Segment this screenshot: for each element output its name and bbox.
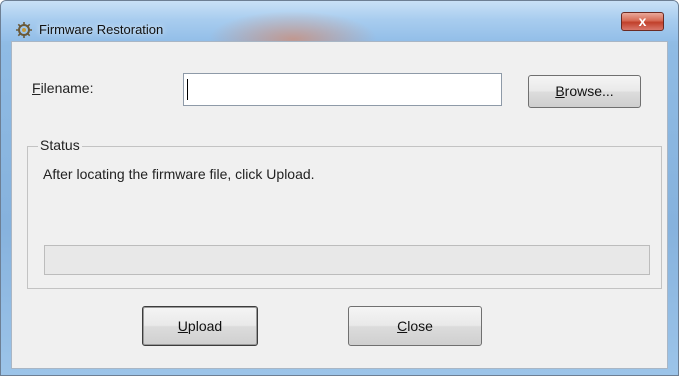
upload-progress-bar [44,245,650,275]
status-message: After locating the firmware file, click … [43,166,315,182]
firmware-tool-icon [16,22,32,38]
text-caret [187,79,188,100]
browse-button[interactable]: Browse... [528,75,641,108]
firmware-restoration-window: Firmware Restoration x Filename: Browse.… [0,0,679,376]
title-bar[interactable]: Firmware Restoration x [1,1,678,41]
dialog-body: Filename: Browse... Status After locatin… [11,41,668,369]
close-icon: x [638,13,647,29]
window-title: Firmware Restoration [39,22,164,37]
window-close-button[interactable]: x [621,12,664,31]
upload-button[interactable]: Upload [142,306,258,346]
close-button[interactable]: Close [348,306,482,346]
filename-label: Filename: [32,80,94,96]
filename-input[interactable] [183,73,502,106]
status-legend: Status [38,137,82,153]
